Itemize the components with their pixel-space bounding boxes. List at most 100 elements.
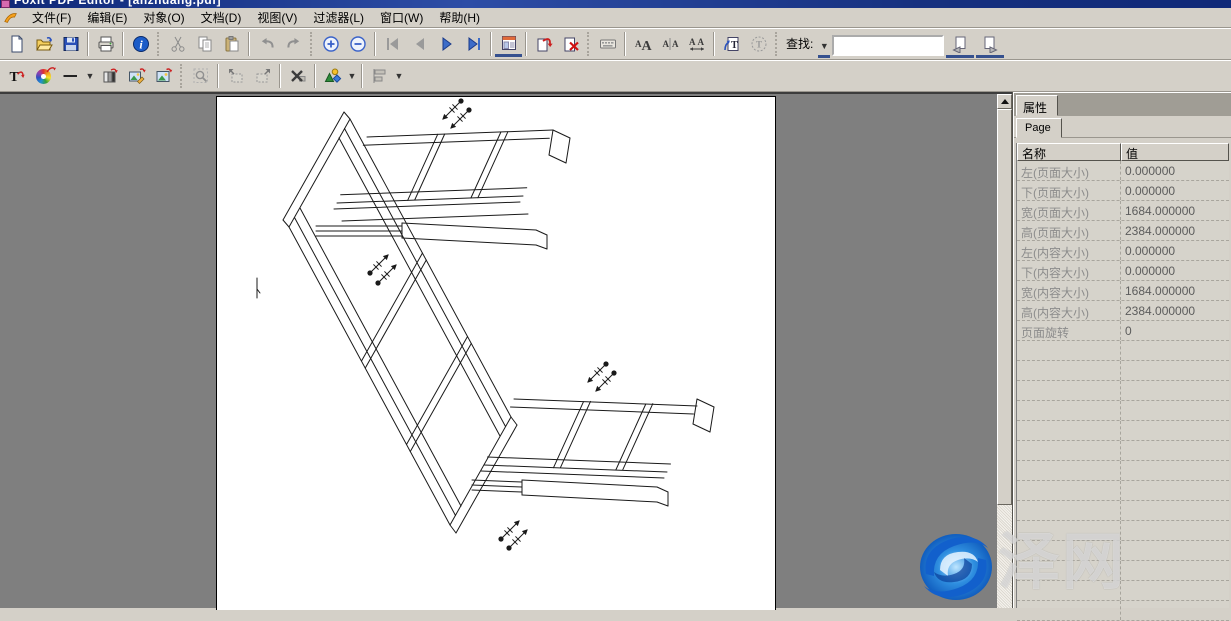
table-row[interactable]: 宽(内容大小)1684.000000 <box>1017 281 1229 301</box>
table-row[interactable]: 页面旋转0 <box>1017 321 1229 341</box>
scroll-up-button[interactable] <box>997 94 1012 109</box>
svg-text:A: A <box>672 39 679 49</box>
print-button[interactable] <box>92 31 119 57</box>
save-button[interactable] <box>57 31 84 57</box>
screw-pair-left <box>368 255 396 285</box>
paste-button[interactable] <box>218 31 245 57</box>
redo-button[interactable] <box>280 31 307 57</box>
table-row-empty <box>1017 421 1229 441</box>
redo-icon <box>285 35 303 53</box>
align-caret[interactable]: ▼ <box>393 65 405 87</box>
find-dropdown-caret[interactable]: ▼ <box>818 36 830 58</box>
delete-object-button[interactable] <box>284 63 311 89</box>
shapes-button[interactable] <box>319 63 346 89</box>
first-page-button[interactable] <box>379 31 406 57</box>
bring-forward-icon <box>227 67 245 85</box>
text-circle-button[interactable]: T <box>745 31 772 57</box>
menu-window[interactable]: 窗口(W) <box>372 7 431 28</box>
next-page-button[interactable] <box>433 31 460 57</box>
insert-pages-button[interactable] <box>495 31 522 57</box>
panel-title-tab[interactable]: 属性 <box>1016 95 1058 116</box>
keyboard-button[interactable] <box>594 31 621 57</box>
send-backward-button[interactable] <box>249 63 276 89</box>
table-row[interactable]: 下(页面大小)0.000000 <box>1017 181 1229 201</box>
select-object-button[interactable] <box>187 63 214 89</box>
svg-text:A: A <box>662 39 669 49</box>
watermark-text: 泽网 <box>998 528 1126 598</box>
new-document-button[interactable] <box>3 31 30 57</box>
rotate-page-button[interactable] <box>530 31 557 57</box>
table-row-empty <box>1017 481 1229 501</box>
document-info-button[interactable]: i <box>127 31 154 57</box>
add-text-object-icon: T <box>8 67 26 85</box>
scroll-up-arrow-icon <box>1001 99 1009 104</box>
copy-button[interactable] <box>191 31 218 57</box>
toolbar-main: i <box>0 28 1231 60</box>
char-spacing-button[interactable]: AA <box>683 31 710 57</box>
menu-file[interactable]: 文件(F) <box>24 7 79 28</box>
menu-view[interactable]: 视图(V) <box>249 7 305 28</box>
kerning-button[interactable]: A A <box>656 31 683 57</box>
shapes-caret[interactable]: ▼ <box>346 65 358 87</box>
add-text-button[interactable]: T <box>718 31 745 57</box>
info-icon: i <box>132 35 150 53</box>
text-caret-mark <box>257 278 260 298</box>
find-input[interactable] <box>832 35 944 56</box>
table-row[interactable]: 左(页面大小)0.000000 <box>1017 161 1229 181</box>
toolbar-objects: T ▼ <box>0 60 1231 92</box>
select-object-icon <box>192 67 210 85</box>
edit-image-button[interactable] <box>123 63 150 89</box>
zoom-out-icon <box>349 35 367 53</box>
delete-page-button[interactable] <box>557 31 584 57</box>
cut-icon <box>169 35 187 53</box>
copy-icon <box>196 35 214 53</box>
pdf-page[interactable] <box>216 96 776 610</box>
svg-text:A: A <box>689 37 696 47</box>
column-header-value[interactable]: 值 <box>1121 143 1229 161</box>
document-workspace[interactable] <box>0 92 997 608</box>
tab-page[interactable]: Page <box>1016 118 1062 138</box>
line-style-caret[interactable]: ▼ <box>84 65 96 87</box>
add-text-object-button[interactable]: T <box>3 63 30 89</box>
scrollbar-thumb[interactable] <box>997 109 1012 505</box>
shading-button[interactable] <box>96 63 123 89</box>
menu-filter[interactable]: 过滤器(L) <box>305 7 372 28</box>
table-row-empty <box>1017 601 1229 621</box>
keyboard-icon <box>599 35 617 53</box>
font-size-button[interactable]: AA <box>629 31 656 57</box>
find-previous-button[interactable] <box>946 32 974 58</box>
menu-help[interactable]: 帮助(H) <box>431 7 488 28</box>
add-image-button[interactable] <box>150 63 177 89</box>
add-text-icon: T <box>723 35 741 53</box>
window-title: Foxit PDF Editor - [anzhuang.pdf] <box>14 0 221 7</box>
menu-edit[interactable]: 编辑(E) <box>79 7 135 28</box>
table-row[interactable]: 左(内容大小)0.000000 <box>1017 241 1229 261</box>
find-next-button[interactable] <box>976 32 1004 58</box>
zoom-in-button[interactable] <box>317 31 344 57</box>
menu-bar: 文件(F) 编辑(E) 对象(O) 文档(D) 视图(V) 过滤器(L) 窗口(… <box>0 8 1231 28</box>
first-page-icon <box>384 35 402 53</box>
shapes-icon <box>324 67 342 85</box>
menu-object[interactable]: 对象(O) <box>135 7 192 28</box>
zoom-out-button[interactable] <box>344 31 371 57</box>
svg-text:A: A <box>697 37 704 47</box>
line-style-button[interactable] <box>57 63 84 89</box>
ladder-section-bottom-right <box>472 399 714 506</box>
table-row[interactable]: 高(内容大小)2384.000000 <box>1017 301 1229 321</box>
column-header-name[interactable]: 名称 <box>1017 143 1121 161</box>
align-button[interactable] <box>366 63 393 89</box>
table-row[interactable]: 下(内容大小)0.000000 <box>1017 261 1229 281</box>
previous-page-button[interactable] <box>406 31 433 57</box>
last-page-button[interactable] <box>460 31 487 57</box>
color-wheel-button[interactable] <box>30 63 57 89</box>
table-row-empty <box>1017 361 1229 381</box>
find-label: 查找: <box>782 35 816 58</box>
cut-button[interactable] <box>164 31 191 57</box>
undo-button[interactable] <box>253 31 280 57</box>
menu-document[interactable]: 文档(D) <box>193 7 250 28</box>
open-file-button[interactable] <box>30 31 57 57</box>
bring-forward-button[interactable] <box>222 63 249 89</box>
screw-pair-top <box>443 99 471 128</box>
table-row[interactable]: 宽(页面大小)1684.000000 <box>1017 201 1229 221</box>
table-row[interactable]: 高(页面大小)2384.000000 <box>1017 221 1229 241</box>
